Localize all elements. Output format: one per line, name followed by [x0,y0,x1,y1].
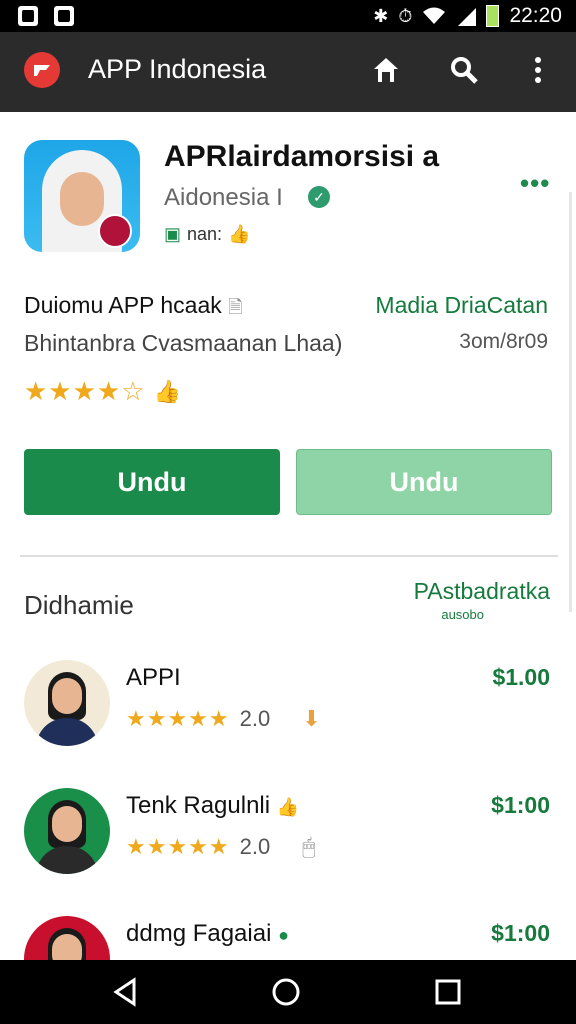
item-name: APPI [126,664,181,691]
battery-icon [486,5,500,27]
secondary-install-button[interactable]: Undu [296,449,552,515]
status-bar: ✱ ⏱ 22:20 [0,0,576,32]
item-rating-value: 2.0 [239,834,271,859]
overflow-menu-button[interactable] [518,50,558,90]
scrollbar[interactable] [569,192,572,612]
app-bar: APP Indonesia [0,32,576,112]
image-notification-icon [18,6,38,26]
install-button[interactable]: Undu [24,449,280,515]
thumbs-up-icon: 👍 [228,224,251,244]
item-price[interactable]: $1.00 [492,664,550,691]
home-icon [374,58,398,82]
avatar [24,660,110,746]
app-meta-row: ▣ nan: 👍 [164,224,250,245]
download-icon[interactable]: ⬇ [302,706,320,732]
wifi-icon [423,7,446,24]
more-options-icon[interactable]: ••• [520,168,550,199]
sub-label: Bhintanbra Cvasmaanan Lhaa) [24,330,343,356]
item-rating-value: 2.0 [239,706,271,731]
app-bar-title: APP Indonesia [88,54,267,84]
app-meta-text: nan: [187,224,223,244]
rating-stars: ★★★★☆ [24,376,146,406]
item-rating: ★★★★★ 2.0 🖱 [126,834,315,860]
navigation-bar [0,960,576,1024]
app-notification-icon [54,6,74,26]
status-time: 22:20 [509,4,562,27]
badge-icon [98,214,132,248]
list-item[interactable]: APPI $1.00 ★★★★★ 2.0 ⬇ [0,656,576,776]
app-name: APRlairdamorsisi a [164,140,440,173]
recents-icon[interactable] [432,976,464,1008]
avatar [24,788,110,874]
divider [20,555,558,557]
info-label: Duiomu APP hcaak 🗎 [24,292,243,318]
app-rating: ★★★★☆ 👍 [24,376,181,407]
section-link[interactable]: PAstbadratka [414,578,550,605]
item-rating: ★★★★★ 2.0 ⬇ [126,706,321,732]
developer-name[interactable]: Aidonesia I [164,184,283,212]
alarm-icon: ⏱ [398,6,413,26]
section-link-sub: ausobo [441,607,484,622]
app-logo[interactable] [24,52,60,88]
item-name: ddmg Fagaiai ● [126,920,289,947]
avatar [24,916,110,960]
search-button[interactable] [444,50,484,90]
logo-glyph-icon [34,65,50,76]
rating-meta-icon: ▣ [164,224,182,244]
thumbs-up-icon: 👍 [276,797,300,817]
verified-icon: ● [278,925,289,945]
main-content: APRlairdamorsisi a Aidonesia I ✓ ▣ nan: … [0,112,576,960]
verified-icon: ✓ [308,186,330,208]
section-title: Didhamie [24,590,134,620]
list-item[interactable]: Tenk Ragulnli 👍 $1:00 ★★★★★ 2.0 🖱 [0,784,576,904]
info-value[interactable]: Madia DriaCatan [375,292,548,319]
list-item[interactable]: ddmg Fagaiai ● $1:00 [0,912,576,960]
item-name: Tenk Ragulnli 👍 [126,792,300,819]
mouse-icon[interactable]: 🖱 [302,834,315,860]
bluetooth-icon: ✱ [373,6,389,26]
search-icon [451,57,478,84]
sub-value: 3om/8r09 [459,330,548,353]
signal-icon [458,8,477,26]
item-stars: ★★★★★ [126,706,230,731]
item-stars: ★★★★★ [126,834,230,859]
item-price[interactable]: $1:00 [491,792,550,819]
back-icon[interactable] [110,976,142,1008]
home-nav-icon[interactable] [270,976,302,1008]
thumbs-up-icon[interactable]: 👍 [154,379,181,405]
info-badge-icon: 🗎 [228,297,243,317]
app-icon [24,140,140,252]
item-price[interactable]: $1:00 [491,920,550,947]
home-button[interactable] [366,50,406,90]
more-vert-icon [535,57,541,83]
